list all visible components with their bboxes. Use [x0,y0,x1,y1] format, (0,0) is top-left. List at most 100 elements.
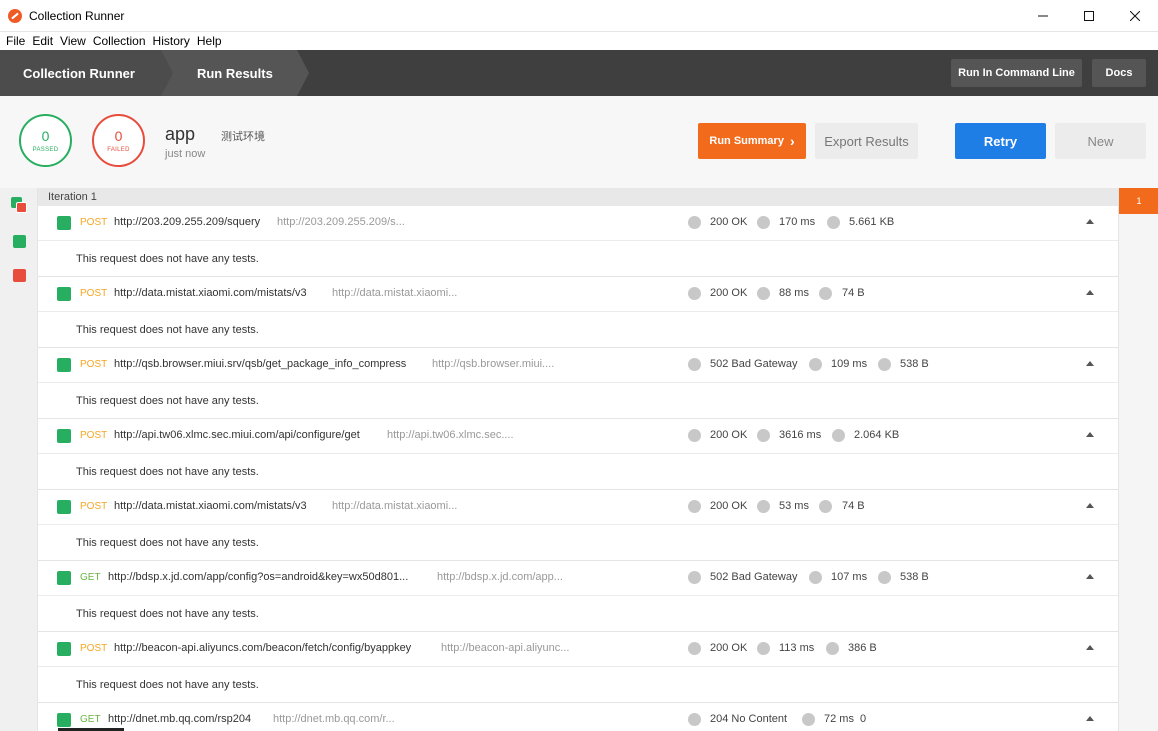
request-method: GET [80,572,101,583]
filter-passed-icon[interactable] [13,235,26,248]
response-size: 74 B [842,287,865,299]
status-dot-icon [688,429,701,442]
request-url-resolved: http://beacon-api.aliyunc... [441,642,570,654]
request-row[interactable]: GET http://dnet.mb.qq.com/rsp204 http://… [38,703,1118,731]
request-row[interactable]: POST http://beacon-api.aliyuncs.com/beac… [38,632,1118,667]
no-tests-message: This request does not have any tests. [76,253,259,265]
response-size: 538 B [900,571,929,583]
size-dot-icon [827,216,840,229]
run-summary-button[interactable]: Run Summary › [698,123,806,159]
response-time: 113 ms [779,642,815,654]
request-row[interactable]: GET http://bdsp.x.jd.com/app/config?os=a… [38,561,1118,596]
status-dot-icon [688,500,701,513]
minimize-button[interactable] [1020,0,1066,32]
time-dot-icon [757,642,770,655]
breadcrumb-run-results[interactable]: Run Results [160,50,309,96]
request-method: POST [80,288,108,299]
pass-status-icon [57,713,71,727]
no-tests-message: This request does not have any tests. [76,324,259,336]
pass-status-icon [57,500,71,514]
no-tests-message: This request does not have any tests. [76,537,259,549]
request-item[interactable]: POST http://data.mistat.xiaomi.com/mista… [38,490,1118,561]
request-tests: This request does not have any tests. [38,454,1118,490]
breadcrumb-collection-runner[interactable]: Collection Runner [0,50,173,96]
close-window-button[interactable] [1112,0,1158,32]
no-tests-message: This request does not have any tests. [76,395,259,407]
request-row[interactable]: POST http://api.tw06.xlmc.sec.miui.com/a… [38,419,1118,454]
request-item[interactable]: POST http://203.209.255.209/squery http:… [38,206,1118,277]
response-size: 74 B [842,500,865,512]
collapse-caret-icon[interactable] [1086,645,1094,650]
response-time: 170 ms [779,216,816,228]
passed-counter[interactable]: 0 PASSED [19,114,72,167]
response-status: 200 OK [710,500,748,512]
request-url: http://data.mistat.xiaomi.com/mistats/v3 [114,287,307,299]
collapse-caret-icon[interactable] [1086,361,1094,366]
time-dot-icon [809,571,822,584]
request-tests: This request does not have any tests. [38,383,1118,419]
size-dot-icon [819,287,832,300]
size-dot-icon [826,642,839,655]
menu-edit[interactable]: Edit [32,34,53,48]
run-summary-panel: 0 PASSED 0 FAILED app 测试环境 just now Run … [0,96,1158,188]
iteration-tab[interactable]: 1 [1119,188,1158,214]
response-time: 107 ms [831,571,868,583]
response-status: 502 Bad Gateway [710,571,798,583]
new-button[interactable]: New [1055,123,1146,159]
request-item[interactable]: POST http://data.mistat.xiaomi.com/mista… [38,277,1118,348]
collapse-caret-icon[interactable] [1086,716,1094,721]
menu-collection[interactable]: Collection [93,34,146,48]
docs-button[interactable]: Docs [1092,59,1146,87]
collapse-caret-icon[interactable] [1086,290,1094,295]
collapse-caret-icon[interactable] [1086,574,1094,579]
request-row[interactable]: POST http://203.209.255.209/squery http:… [38,206,1118,241]
request-row[interactable]: POST http://data.mistat.xiaomi.com/mista… [38,490,1118,525]
iteration-header: Iteration 1 [38,188,1118,206]
request-tests: This request does not have any tests. [38,596,1118,632]
request-method: POST [80,643,108,654]
menu-file[interactable]: File [6,34,25,48]
request-url-resolved: http://api.tw06.xlmc.sec.... [387,429,514,441]
response-time: 3616 ms [779,429,822,441]
response-size: 2.064 KB [854,429,900,441]
request-item[interactable]: GET http://dnet.mb.qq.com/rsp204 http://… [38,703,1118,731]
result-filter-strip [0,188,38,731]
menu-history[interactable]: History [153,34,190,48]
menu-bar: File Edit View Collection History Help [0,32,1158,50]
request-url-resolved: http://203.209.255.209/s... [277,216,405,228]
time-dot-icon [809,358,822,371]
request-row[interactable]: POST http://data.mistat.xiaomi.com/mista… [38,277,1118,312]
request-url: http://api.tw06.xlmc.sec.miui.com/api/co… [114,429,360,441]
export-results-button[interactable]: Export Results [815,123,918,159]
request-item[interactable]: POST http://qsb.browser.miui.srv/qsb/get… [38,348,1118,419]
collapse-caret-icon[interactable] [1086,219,1094,224]
collapse-caret-icon[interactable] [1086,503,1094,508]
run-in-command-line-button[interactable]: Run In Command Line [951,59,1082,87]
time-dot-icon [757,429,770,442]
response-size: 0 [860,713,867,725]
window-titlebar: Collection Runner [0,0,1158,32]
request-method: POST [80,217,108,228]
request-item[interactable]: POST http://api.tw06.xlmc.sec.miui.com/a… [38,419,1118,490]
time-dot-icon [757,216,770,229]
request-row[interactable]: POST http://qsb.browser.miui.srv/qsb/get… [38,348,1118,383]
menu-help[interactable]: Help [197,34,222,48]
request-item[interactable]: POST http://beacon-api.aliyuncs.com/beac… [38,632,1118,703]
response-status: 200 OK [710,216,748,228]
request-list: POST http://203.209.255.209/squery http:… [38,206,1118,731]
response-time: 88 ms [779,287,809,299]
retry-button[interactable]: Retry [955,123,1046,159]
time-dot-icon [802,713,815,726]
menu-view[interactable]: View [60,34,86,48]
response-status: 200 OK [710,642,748,654]
filter-failed-icon[interactable] [13,269,26,282]
collapse-caret-icon[interactable] [1086,432,1094,437]
maximize-button[interactable] [1066,0,1112,32]
filter-all-icon[interactable] [11,197,27,213]
request-url: http://203.209.255.209/squery [114,216,261,228]
request-item[interactable]: GET http://bdsp.x.jd.com/app/config?os=a… [38,561,1118,632]
request-url-resolved: http://dnet.mb.qq.com/r... [273,713,395,725]
postman-logo-icon [8,8,22,23]
failed-counter[interactable]: 0 FAILED [92,114,145,167]
failed-label: FAILED [107,147,130,153]
